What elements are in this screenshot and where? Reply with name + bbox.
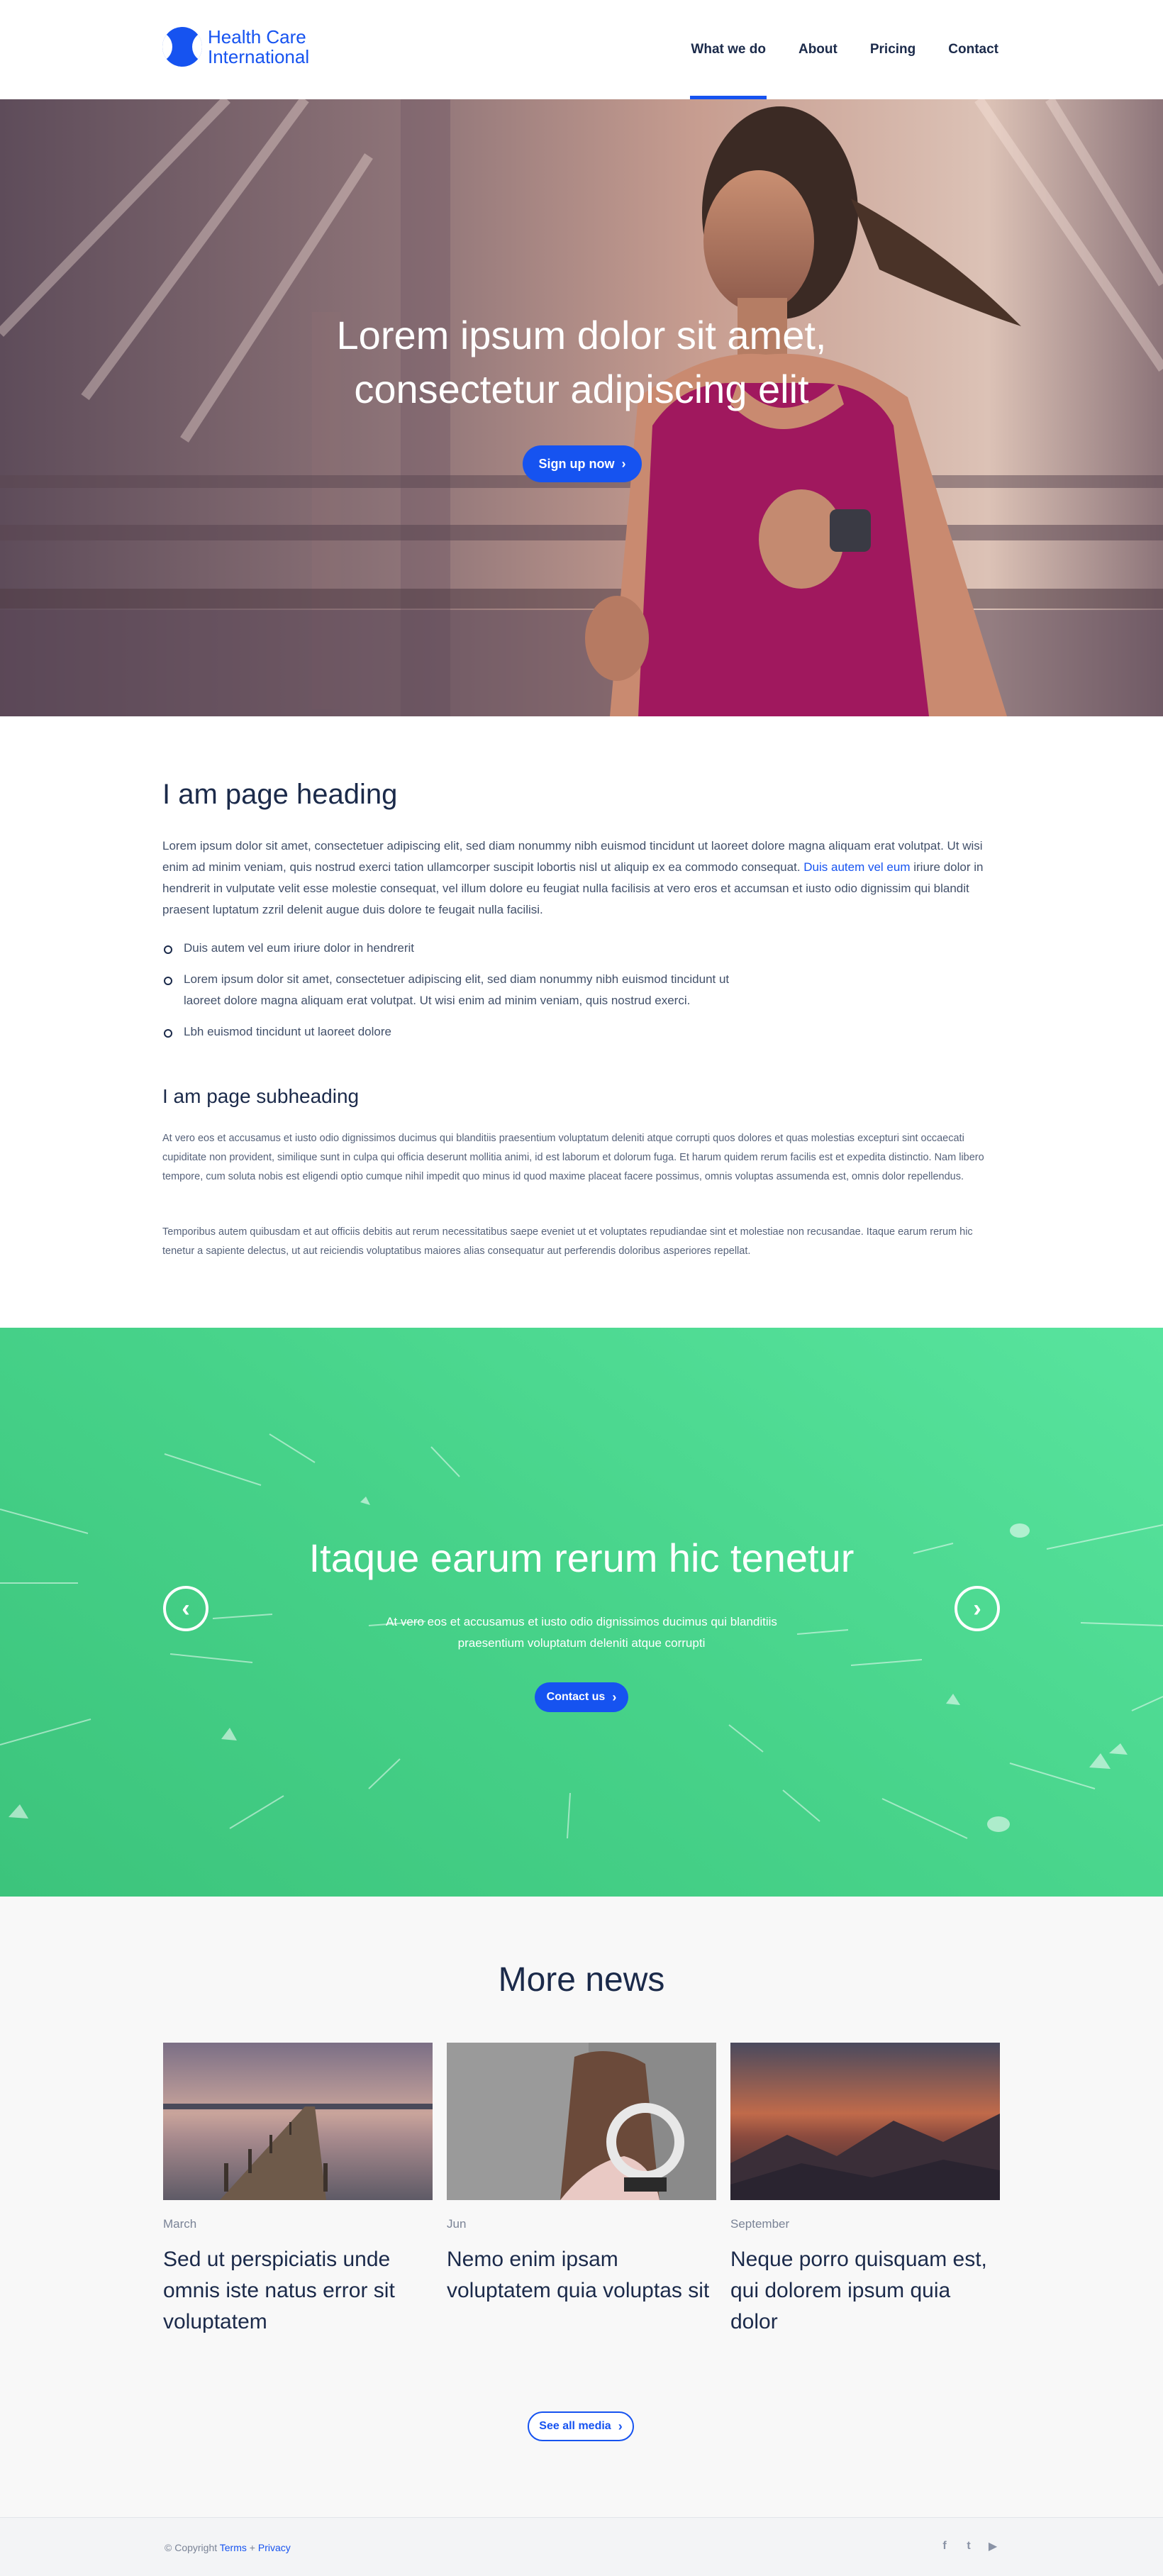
brand-line-2: International <box>208 46 310 67</box>
carousel-subtitle: At vero eos et accusamus et iusto odio d… <box>386 1615 777 1650</box>
nav-item-contact[interactable]: Contact <box>948 0 998 99</box>
intro-paragraph: Lorem ipsum dolor sit amet, consectetuer… <box>162 835 1001 921</box>
page-subheading: I am page subheading <box>162 1085 360 1107</box>
brand-line-1: Health Care <box>208 26 306 48</box>
copyright-text: © Copyright <box>165 2542 218 2553</box>
sign-up-button[interactable]: Sign up now › <box>523 445 642 482</box>
pier-at-sunset-image[interactable] <box>163 2043 433 2200</box>
contact-us-button[interactable]: Contact us › <box>535 1682 628 1712</box>
hero-banner: Lorem ipsum dolor sit amet, consectetur … <box>0 99 1163 716</box>
youtube-icon[interactable]: ▶ <box>986 2539 1000 2553</box>
news-card-title[interactable]: Neque porro quisquam est, qui dolorem ip… <box>730 2244 1000 2338</box>
bullet-list: Duis autem vel eum iriure dolor in hendr… <box>162 938 730 1053</box>
see-all-media-button[interactable]: See all media › <box>528 2411 634 2441</box>
chevron-right-icon: › <box>621 456 626 471</box>
news-card-month: March <box>163 2217 197 2231</box>
hero-title-line-2: consectetur adipiscing elit <box>354 367 809 411</box>
news-card-title[interactable]: Nemo enim ipsam voluptatem quia voluptas… <box>447 2244 716 2306</box>
nav-item-about[interactable]: About <box>798 0 838 99</box>
news-card[interactable]: Jun Nemo enim ipsam voluptatem quia volu… <box>447 2043 716 2306</box>
sign-up-button-label: Sign up now <box>538 456 615 471</box>
contact-us-button-label: Contact us <box>546 1691 606 1703</box>
inline-link[interactable]: Duis autem vel eum <box>803 860 910 874</box>
promo-carousel: ‹ › Itaque earum rerum hic tenetur At ve… <box>0 1328 1163 1897</box>
see-all-media-label: See all media <box>539 2420 611 2432</box>
news-card-month: September <box>730 2217 790 2231</box>
hero-title-line-1: Lorem ipsum dolor sit amet, <box>336 313 827 357</box>
body-paragraph: At vero eos et accusamus et iusto odio d… <box>162 1133 984 1182</box>
hero-title: Lorem ipsum dolor sit amet, consectetur … <box>0 309 1163 416</box>
main-nav: What we do About Pricing Contact <box>658 0 998 99</box>
news-title: More news <box>498 1961 665 1999</box>
news-card[interactable]: September Neque porro quisquam est, qui … <box>730 2043 1000 2338</box>
site-footer: © Copyright Terms + Privacy f t ▶ <box>0 2517 1163 2576</box>
site-header: Health Care International What we do Abo… <box>0 0 1163 99</box>
carousel-next-button[interactable]: › <box>955 1586 1000 1631</box>
logo-icon <box>162 27 202 67</box>
chevron-right-icon: › <box>618 2419 623 2433</box>
terms-link[interactable]: Terms <box>220 2542 247 2553</box>
carousel-title: Itaque earum rerum hic tenetur <box>308 1536 855 1580</box>
news-section: More news March Sed ut perspiciatis unde… <box>0 1897 1163 2517</box>
list-item: Lbh euismod tincidunt ut laoreet dolore <box>162 1021 730 1043</box>
page-heading: I am page heading <box>162 779 398 810</box>
news-card-month: Jun <box>447 2217 467 2231</box>
mountain-sunset-image[interactable] <box>730 2043 1000 2200</box>
news-card[interactable]: March Sed ut perspiciatis unde omnis ist… <box>163 2043 433 2338</box>
social-links: f t ▶ <box>928 2539 1000 2553</box>
brand-name: Health Care International <box>208 27 309 67</box>
copyright: © Copyright Terms + Privacy <box>165 2542 291 2553</box>
woman-with-headphones-image[interactable] <box>447 2043 716 2200</box>
list-item: Duis autem vel eum iriure dolor in hendr… <box>162 938 730 959</box>
news-card-title[interactable]: Sed ut perspiciatis unde omnis iste natu… <box>163 2244 433 2338</box>
carousel-prev-button[interactable]: ‹ <box>163 1586 208 1631</box>
chevron-right-icon: › <box>973 1594 981 1622</box>
list-item: Lorem ipsum dolor sit amet, consectetuer… <box>162 969 730 1011</box>
nav-item-what-we-do[interactable]: What we do <box>690 0 767 99</box>
chevron-right-icon: › <box>612 1689 617 1704</box>
privacy-link[interactable]: Privacy <box>258 2542 291 2553</box>
chevron-left-icon: ‹ <box>182 1594 190 1622</box>
nav-item-pricing[interactable]: Pricing <box>870 0 916 99</box>
facebook-icon[interactable]: f <box>937 2539 952 2553</box>
twitter-icon[interactable]: t <box>962 2539 976 2553</box>
brand-logo[interactable]: Health Care International <box>162 27 309 67</box>
separator: + <box>249 2542 255 2553</box>
body-paragraph: Temporibus autem quibusdam et aut offici… <box>162 1226 973 1257</box>
